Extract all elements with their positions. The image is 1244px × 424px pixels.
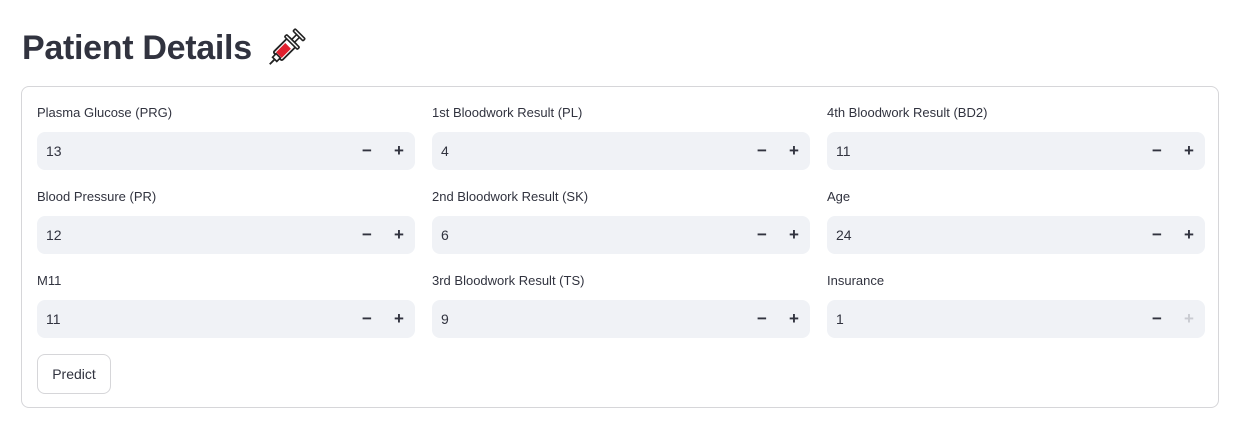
increment-button[interactable]: +: [383, 132, 415, 170]
increment-button[interactable]: +: [1173, 132, 1205, 170]
decrement-button[interactable]: −: [746, 216, 778, 254]
field-label: M11: [37, 273, 62, 288]
predict-button[interactable]: Predict: [37, 354, 111, 394]
decrement-button[interactable]: −: [351, 132, 383, 170]
increment-button[interactable]: +: [1173, 300, 1205, 338]
decrement-button[interactable]: −: [351, 300, 383, 338]
decrement-button[interactable]: −: [746, 300, 778, 338]
page: Patient Details Plasma Glucose (PRG) 13 …: [0, 0, 1244, 424]
decrement-button[interactable]: −: [746, 132, 778, 170]
field-label: 4th Bloodwork Result (BD2): [827, 105, 988, 120]
field-blood-pressure: Blood Pressure (PR) 12 − +: [37, 188, 415, 254]
decrement-button[interactable]: −: [351, 216, 383, 254]
field-label: 3rd Bloodwork Result (TS): [432, 273, 585, 288]
input-value[interactable]: 11: [37, 311, 351, 327]
input-value[interactable]: 13: [37, 143, 351, 159]
decrement-button[interactable]: −: [1141, 132, 1173, 170]
input-value[interactable]: 6: [432, 227, 746, 243]
input-value[interactable]: 24: [827, 227, 1141, 243]
age-input[interactable]: 24 − +: [827, 216, 1205, 254]
increment-button[interactable]: +: [778, 132, 810, 170]
increment-button[interactable]: +: [1173, 216, 1205, 254]
increment-button[interactable]: +: [778, 216, 810, 254]
field-bloodwork-bd2: 4th Bloodwork Result (BD2) 11 − +: [827, 104, 1205, 170]
field-bloodwork-ts: 3rd Bloodwork Result (TS) 9 − +: [432, 272, 810, 338]
field-label: Age: [827, 189, 851, 204]
increment-button[interactable]: +: [383, 216, 415, 254]
m11-input[interactable]: 11 − +: [37, 300, 415, 338]
decrement-button[interactable]: −: [1141, 216, 1173, 254]
bloodwork-ts-input[interactable]: 9 − +: [432, 300, 810, 338]
field-label: Plasma Glucose (PRG): [37, 105, 173, 120]
field-label: Blood Pressure (PR): [37, 189, 157, 204]
field-m11: M11 11 − +: [37, 272, 415, 338]
field-age: Age 24 − +: [827, 188, 1205, 254]
plasma-glucose-input[interactable]: 13 − +: [37, 132, 415, 170]
insurance-input[interactable]: 1 − +: [827, 300, 1205, 338]
syringe-icon: [264, 26, 308, 70]
field-label: Insurance: [827, 273, 885, 288]
input-value[interactable]: 4: [432, 143, 746, 159]
input-value[interactable]: 1: [827, 311, 1141, 327]
input-value[interactable]: 11: [827, 143, 1141, 159]
increment-button[interactable]: +: [383, 300, 415, 338]
page-header: Patient Details: [22, 24, 308, 72]
field-label: 2nd Bloodwork Result (SK): [432, 189, 589, 204]
bloodwork-bd2-input[interactable]: 11 − +: [827, 132, 1205, 170]
field-label: 1st Bloodwork Result (PL): [432, 105, 583, 120]
field-bloodwork-sk: 2nd Bloodwork Result (SK) 6 − +: [432, 188, 810, 254]
decrement-button[interactable]: −: [1141, 300, 1173, 338]
field-bloodwork-pl: 1st Bloodwork Result (PL) 4 − +: [432, 104, 810, 170]
field-plasma-glucose: Plasma Glucose (PRG) 13 − +: [37, 104, 415, 170]
page-title: Patient Details: [22, 28, 252, 67]
bloodwork-pl-input[interactable]: 4 − +: [432, 132, 810, 170]
increment-button[interactable]: +: [778, 300, 810, 338]
field-insurance: Insurance 1 − +: [827, 272, 1205, 338]
bloodwork-sk-input[interactable]: 6 − +: [432, 216, 810, 254]
blood-pressure-input[interactable]: 12 − +: [37, 216, 415, 254]
input-value[interactable]: 9: [432, 311, 746, 327]
input-value[interactable]: 12: [37, 227, 351, 243]
patient-form: Plasma Glucose (PRG) 13 − + 1st Bloodwor…: [21, 86, 1219, 408]
